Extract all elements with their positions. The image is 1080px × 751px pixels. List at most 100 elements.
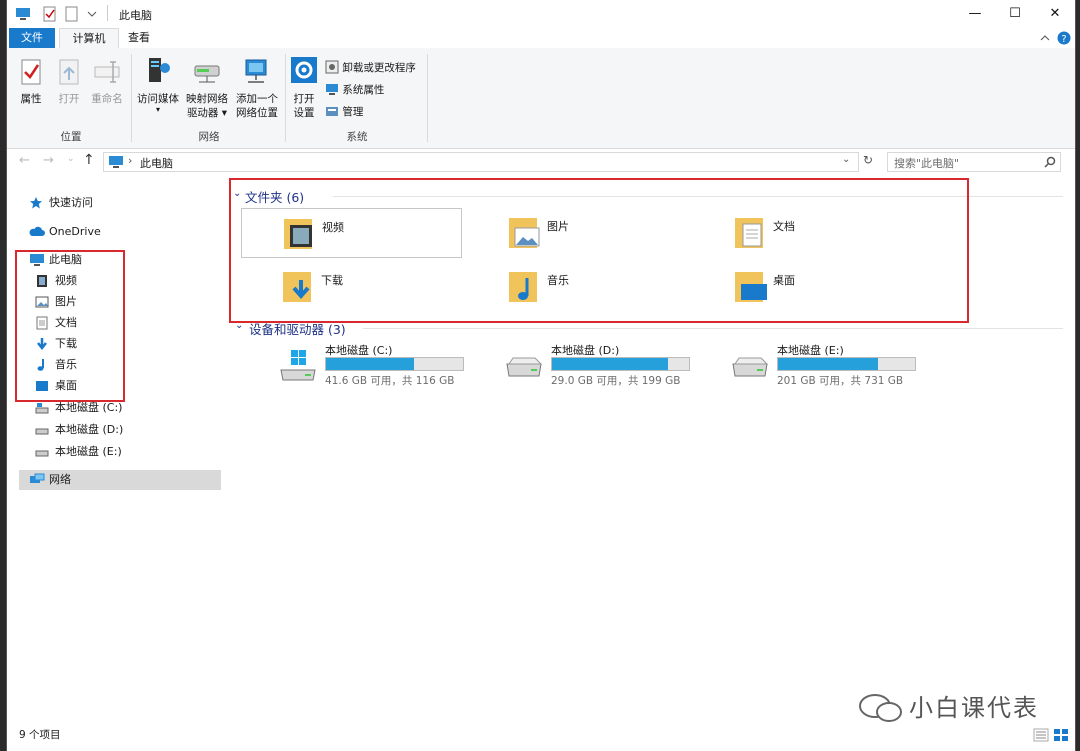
rename-icon	[94, 61, 120, 83]
open-label: 打开	[58, 93, 80, 105]
large-icons-view-icon[interactable]	[1053, 728, 1069, 742]
properties-quick-icon[interactable]	[43, 6, 57, 22]
manage-label: 管理	[342, 106, 364, 118]
collapse-drives-icon[interactable]: ⌄	[235, 320, 243, 331]
drive-d[interactable]: 本地磁盘 (D:) 29.0 GB 可用，共 199 GB	[505, 342, 705, 390]
manage-icon	[326, 107, 338, 116]
open-settings-label2: 设置	[293, 107, 315, 119]
drive-c-usage-bar	[325, 357, 464, 371]
access-media-label: 访问媒体	[137, 93, 179, 105]
nav-drive-d-label: 本地磁盘 (D:)	[55, 423, 124, 436]
watermark-text: 小白课代表	[909, 694, 1039, 722]
drive-c-label: 本地磁盘 (C:)	[325, 344, 393, 357]
drive-d-usage-bar	[551, 357, 690, 371]
drive-d-free: 29.0 GB 可用，共 199 GB	[551, 375, 681, 387]
nav-quick-access-label: 快速访问	[49, 196, 93, 209]
system-properties-label: 系统属性	[342, 84, 385, 96]
add-network-location-button[interactable]: 添加一个 网络位置	[233, 56, 281, 120]
onedrive-cloud-icon	[29, 226, 45, 236]
up-arrow-icon[interactable]: ↑	[83, 152, 95, 168]
details-view-icon[interactable]	[1033, 728, 1049, 742]
system-properties-button[interactable]: 系统属性	[325, 82, 384, 97]
network-location-icon	[245, 59, 267, 83]
breadcrumb-chevron-icon[interactable]: ›	[128, 154, 132, 167]
tab-computer[interactable]: 计算机	[59, 28, 119, 49]
new-folder-quick-icon[interactable]	[65, 6, 79, 22]
title-bar: 此电脑 — ☐ ✕	[7, 0, 1075, 28]
media-server-icon	[149, 58, 170, 82]
drive-icon	[35, 450, 49, 457]
group-separator	[131, 54, 132, 142]
drive-icon	[35, 428, 49, 435]
drive-c-usage-fill	[326, 358, 414, 370]
group-separator	[427, 54, 428, 142]
this-pc-icon	[109, 156, 123, 168]
map-network-drive-label1: 映射网络	[186, 93, 228, 105]
navigation-bar: ← → ⌄ ↑ › 此电脑 ⌄ ↻ 搜索"此电脑"	[7, 148, 1075, 176]
open-button[interactable]: 打开	[53, 58, 85, 106]
drive-c-icon	[35, 403, 49, 414]
forward-arrow-icon[interactable]: →	[43, 153, 54, 168]
network-group-label: 网络	[198, 131, 220, 143]
nav-drive-e-label: 本地磁盘 (E:)	[55, 445, 122, 458]
network-icon	[30, 473, 45, 483]
address-bar[interactable]: › 此电脑 ⌄	[103, 152, 859, 172]
close-button[interactable]: ✕	[1035, 0, 1075, 28]
tab-file[interactable]: 文件	[9, 28, 55, 48]
status-item-count: 9 个项目	[19, 729, 61, 741]
collapse-ribbon-icon[interactable]	[1039, 33, 1051, 43]
minimize-button[interactable]: —	[955, 0, 995, 28]
svg-text:?: ?	[1061, 34, 1066, 45]
map-network-drive-button[interactable]: 映射网络 驱动器 ▾	[183, 56, 231, 120]
search-box[interactable]: 搜索"此电脑"	[887, 152, 1061, 172]
address-dropdown-icon[interactable]: ⌄	[842, 154, 850, 165]
title-divider	[107, 5, 108, 21]
navigation-pane: 快速访问 OneDrive 此电脑 视频 图片 文档 下载 音乐 桌面 本地磁盘…	[7, 180, 222, 720]
drive-d-label: 本地磁盘 (D:)	[551, 344, 620, 357]
back-arrow-icon[interactable]: ←	[19, 153, 30, 168]
drives-header[interactable]: 设备和驱动器 (3)	[249, 319, 346, 338]
nav-highlight-box	[15, 250, 125, 402]
uninstall-program-label: 卸载或更改程序	[342, 62, 416, 74]
search-placeholder: 搜索"此电脑"	[894, 157, 960, 170]
drives-divider	[363, 328, 1063, 329]
help-icon[interactable]: ?	[1057, 31, 1071, 45]
maximize-button[interactable]: ☐	[995, 0, 1035, 28]
uninstall-program-button[interactable]: 卸载或更改程序	[325, 60, 416, 75]
location-group-label: 位置	[60, 131, 82, 143]
drive-c[interactable]: 本地磁盘 (C:) 41.6 GB 可用，共 116 GB	[279, 342, 479, 390]
tab-view[interactable]: 查看	[119, 28, 159, 48]
open-settings-button[interactable]: 打开 设置	[289, 56, 319, 120]
window-title: 此电脑	[119, 9, 152, 22]
access-media-button[interactable]: 访问媒体 ▾	[135, 56, 181, 114]
drive-icon	[732, 357, 769, 377]
properties-icon	[21, 59, 41, 85]
wechat-logo-icon	[859, 694, 902, 722]
manage-button[interactable]: 管理	[325, 104, 363, 119]
map-network-drive-label2: 驱动器 ▾	[186, 107, 228, 119]
star-icon	[30, 197, 42, 209]
add-network-location-label1: 添加一个	[236, 93, 278, 105]
customize-qat-icon[interactable]	[85, 6, 99, 22]
nav-onedrive-label: OneDrive	[49, 225, 101, 238]
windows-drive-icon	[280, 350, 316, 381]
rename-label: 重命名	[91, 93, 123, 105]
properties-button[interactable]: 属性	[15, 58, 47, 106]
nav-network-label: 网络	[49, 473, 71, 486]
drive-e[interactable]: 本地磁盘 (E:) 201 GB 可用，共 731 GB	[731, 342, 931, 390]
recent-locations-icon[interactable]: ⌄	[67, 154, 75, 164]
search-icon[interactable]	[1044, 156, 1056, 168]
open-icon	[59, 59, 79, 85]
breadcrumb[interactable]: 此电脑	[140, 155, 173, 171]
system-group-label: 系统	[346, 131, 368, 143]
refresh-icon[interactable]: ↻	[863, 153, 873, 167]
network-drive-icon	[194, 65, 220, 83]
system-properties-icon	[326, 84, 338, 95]
drive-icon	[506, 357, 543, 377]
drive-e-label: 本地磁盘 (E:)	[777, 344, 844, 357]
rename-button[interactable]: 重命名	[87, 58, 127, 106]
ribbon-tabs: 文件 计算机 查看 ?	[7, 28, 1075, 49]
content-area: ⌄ 文件夹 (6) 视频 图片 文档 下载 音乐 桌面 ⌄ 设备和驱动器 (3)…	[223, 178, 1075, 718]
drive-e-usage-fill	[778, 358, 878, 370]
drive-d-usage-fill	[552, 358, 669, 370]
